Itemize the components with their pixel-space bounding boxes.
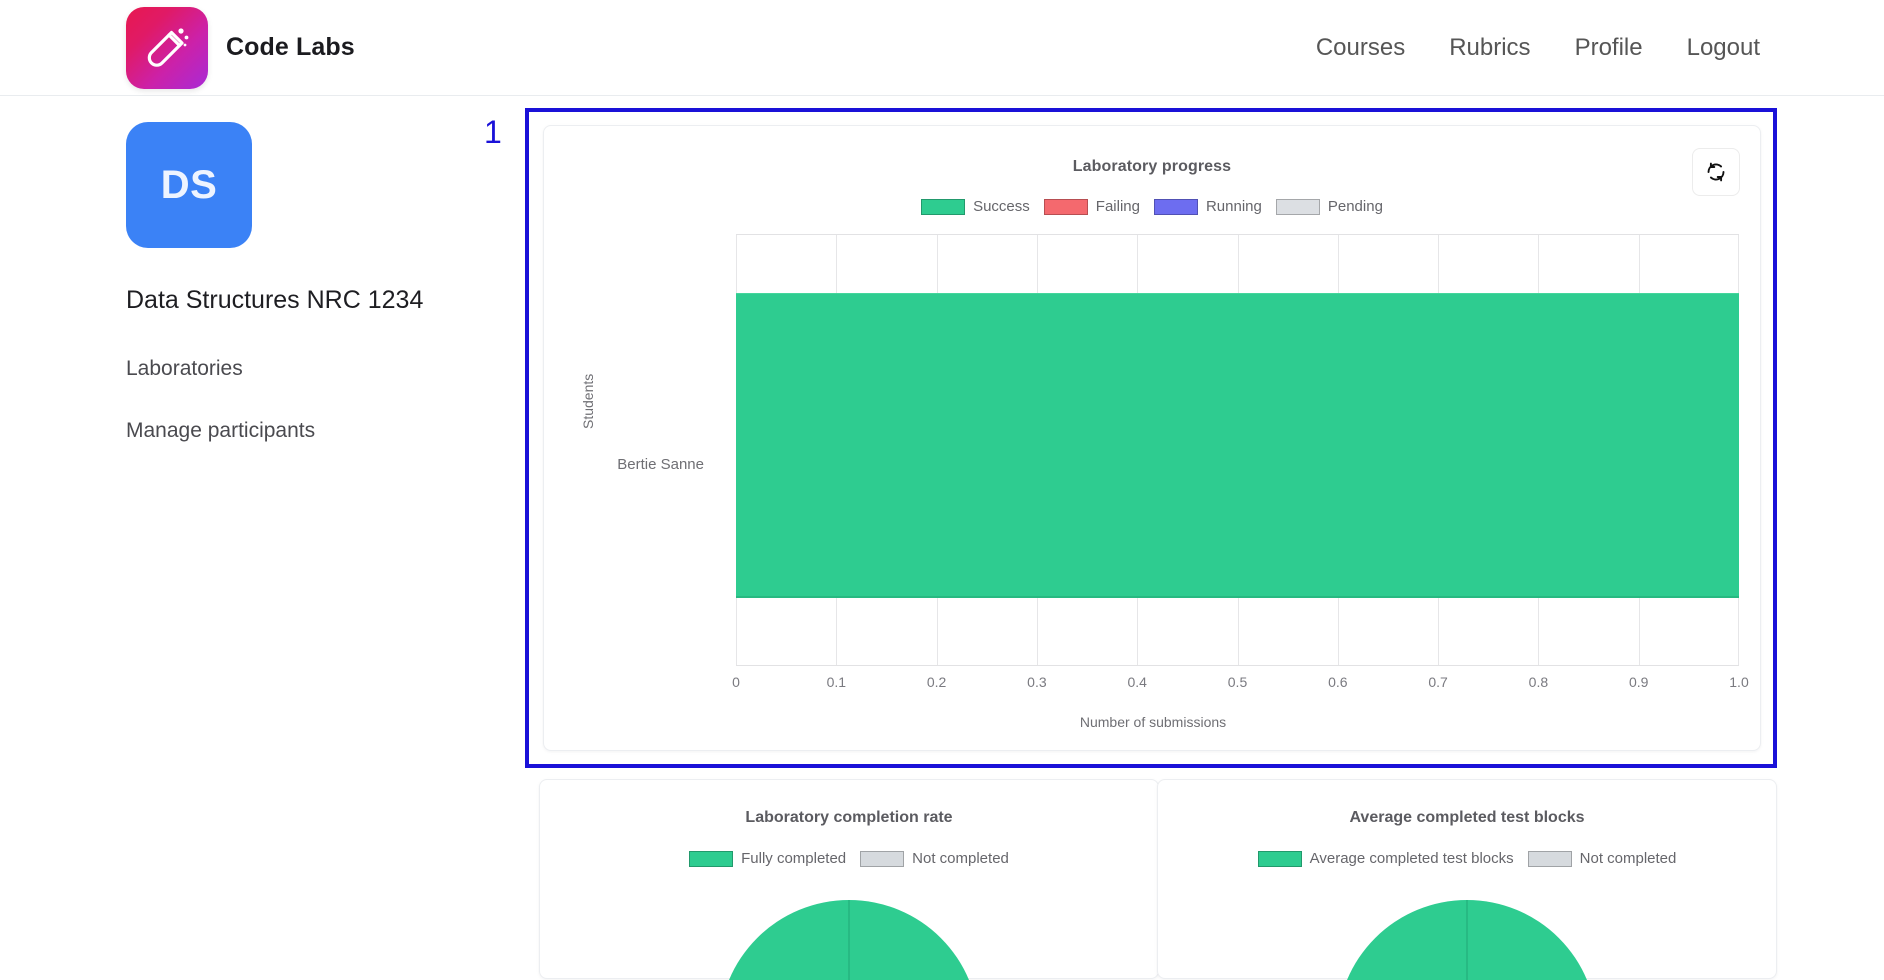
nav-item-profile[interactable]: Profile: [1575, 34, 1643, 62]
legend-swatch-not-completed: [1527, 850, 1572, 867]
x-tick-7: 0.7: [1428, 674, 1448, 690]
legend-swatch-average-completed: [1257, 850, 1302, 867]
legend-swatch-running: [1153, 198, 1198, 215]
x-tick-5: 0.5: [1227, 674, 1248, 690]
x-axis-title: Number of submissions: [1079, 714, 1227, 730]
legend-label-not-completed: Not completed: [912, 850, 1009, 867]
y-axis-title: Students: [580, 373, 596, 429]
legend-swatch-not-completed: [860, 850, 905, 867]
x-tick-10: 1.0: [1729, 674, 1749, 690]
legend-item-pending[interactable]: Pending: [1275, 198, 1383, 215]
x-tick-0: 0: [732, 674, 740, 690]
highlight-outline: Laboratory progress Success Failing Runn…: [525, 108, 1777, 768]
pie-chart: [540, 880, 1158, 980]
legend-label-success: Success: [973, 198, 1030, 215]
legend-swatch-failing: [1043, 198, 1088, 215]
legend-item-average-completed-test-blocks[interactable]: Average completed test blocks: [1257, 850, 1514, 867]
sidebar-item-laboratories[interactable]: Laboratories: [126, 357, 456, 381]
legend-item-success[interactable]: Success: [921, 198, 1030, 215]
legend-label-failing: Failing: [1095, 198, 1140, 215]
app-header: Code Labs Courses Rubrics Profile Logout: [0, 0, 1884, 96]
x-tick-6: 0.6: [1328, 674, 1348, 690]
brand: Code Labs: [126, 6, 355, 89]
legend-label-average-completed: Average completed test blocks: [1309, 850, 1514, 867]
x-tick-8: 0.8: [1528, 674, 1549, 690]
pie-chart: [1158, 880, 1776, 980]
average-completed-test-blocks-card: Average completed test blocks Average co…: [1157, 779, 1777, 980]
legend-item-running[interactable]: Running: [1153, 198, 1262, 215]
bar-success[interactable]: [736, 293, 1739, 598]
laboratory-progress-card: Laboratory progress Success Failing Runn…: [543, 125, 1761, 751]
sidebar-item-manage-participants[interactable]: Manage participants: [126, 419, 456, 443]
course-avatar: DS: [126, 122, 252, 248]
y-axis-tick-label: Bertie Sanne: [617, 456, 704, 473]
course-title: Data Structures NRC 1234: [126, 286, 424, 314]
refresh-icon[interactable]: [1692, 148, 1740, 196]
nav-item-rubrics[interactable]: Rubrics: [1449, 34, 1530, 62]
chart-title: Average completed test blocks: [1349, 809, 1585, 826]
brand-name: Code Labs: [226, 33, 355, 61]
legend-swatch-pending: [1275, 198, 1320, 215]
chart-title: Laboratory progress: [1072, 158, 1232, 175]
chart-title: Laboratory completion rate: [745, 809, 953, 826]
nav-item-logout[interactable]: Logout: [1687, 34, 1760, 62]
legend-item-not-completed[interactable]: Not completed: [860, 850, 1009, 867]
nav-item-courses[interactable]: Courses: [1316, 34, 1405, 62]
legend-item-fully-completed[interactable]: Fully completed: [689, 850, 846, 867]
legend-item-not-completed[interactable]: Not completed: [1527, 850, 1677, 867]
x-tick-1: 0.1: [826, 674, 847, 690]
plot-area: [736, 234, 1739, 666]
main-nav: Courses Rubrics Profile Logout: [1316, 34, 1760, 62]
chart-legend: Success Failing Running Pending: [544, 198, 1760, 215]
legend-swatch-success: [921, 198, 966, 215]
legend-label-fully-completed: Fully completed: [741, 850, 847, 867]
laboratory-completion-rate-card: Laboratory completion rate Fully complet…: [539, 779, 1159, 980]
annotation-number: 1: [484, 114, 502, 150]
course-sidebar: DS Data Structures NRC 1234 Laboratories…: [126, 122, 456, 443]
chart-legend: Fully completed Not completed: [540, 850, 1158, 867]
bar-chart-plot: Students Bertie Sanne 0 0.1 0.2 0.3 0.4: [544, 234, 1762, 730]
legend-item-failing[interactable]: Failing: [1043, 198, 1140, 215]
course-avatar-initials: DS: [160, 162, 218, 207]
legend-label-running: Running: [1205, 198, 1262, 215]
test-tube-icon: [126, 6, 208, 89]
legend-label-pending: Pending: [1327, 198, 1383, 215]
legend-swatch-fully-completed: [689, 850, 734, 867]
chart-legend: Average completed test blocks Not comple…: [1158, 850, 1776, 867]
x-tick-2: 0.2: [926, 674, 947, 690]
x-tick-9: 0.9: [1628, 674, 1649, 690]
legend-label-not-completed: Not completed: [1579, 850, 1677, 867]
x-tick-4: 0.4: [1127, 674, 1147, 690]
x-tick-3: 0.3: [1027, 674, 1047, 690]
